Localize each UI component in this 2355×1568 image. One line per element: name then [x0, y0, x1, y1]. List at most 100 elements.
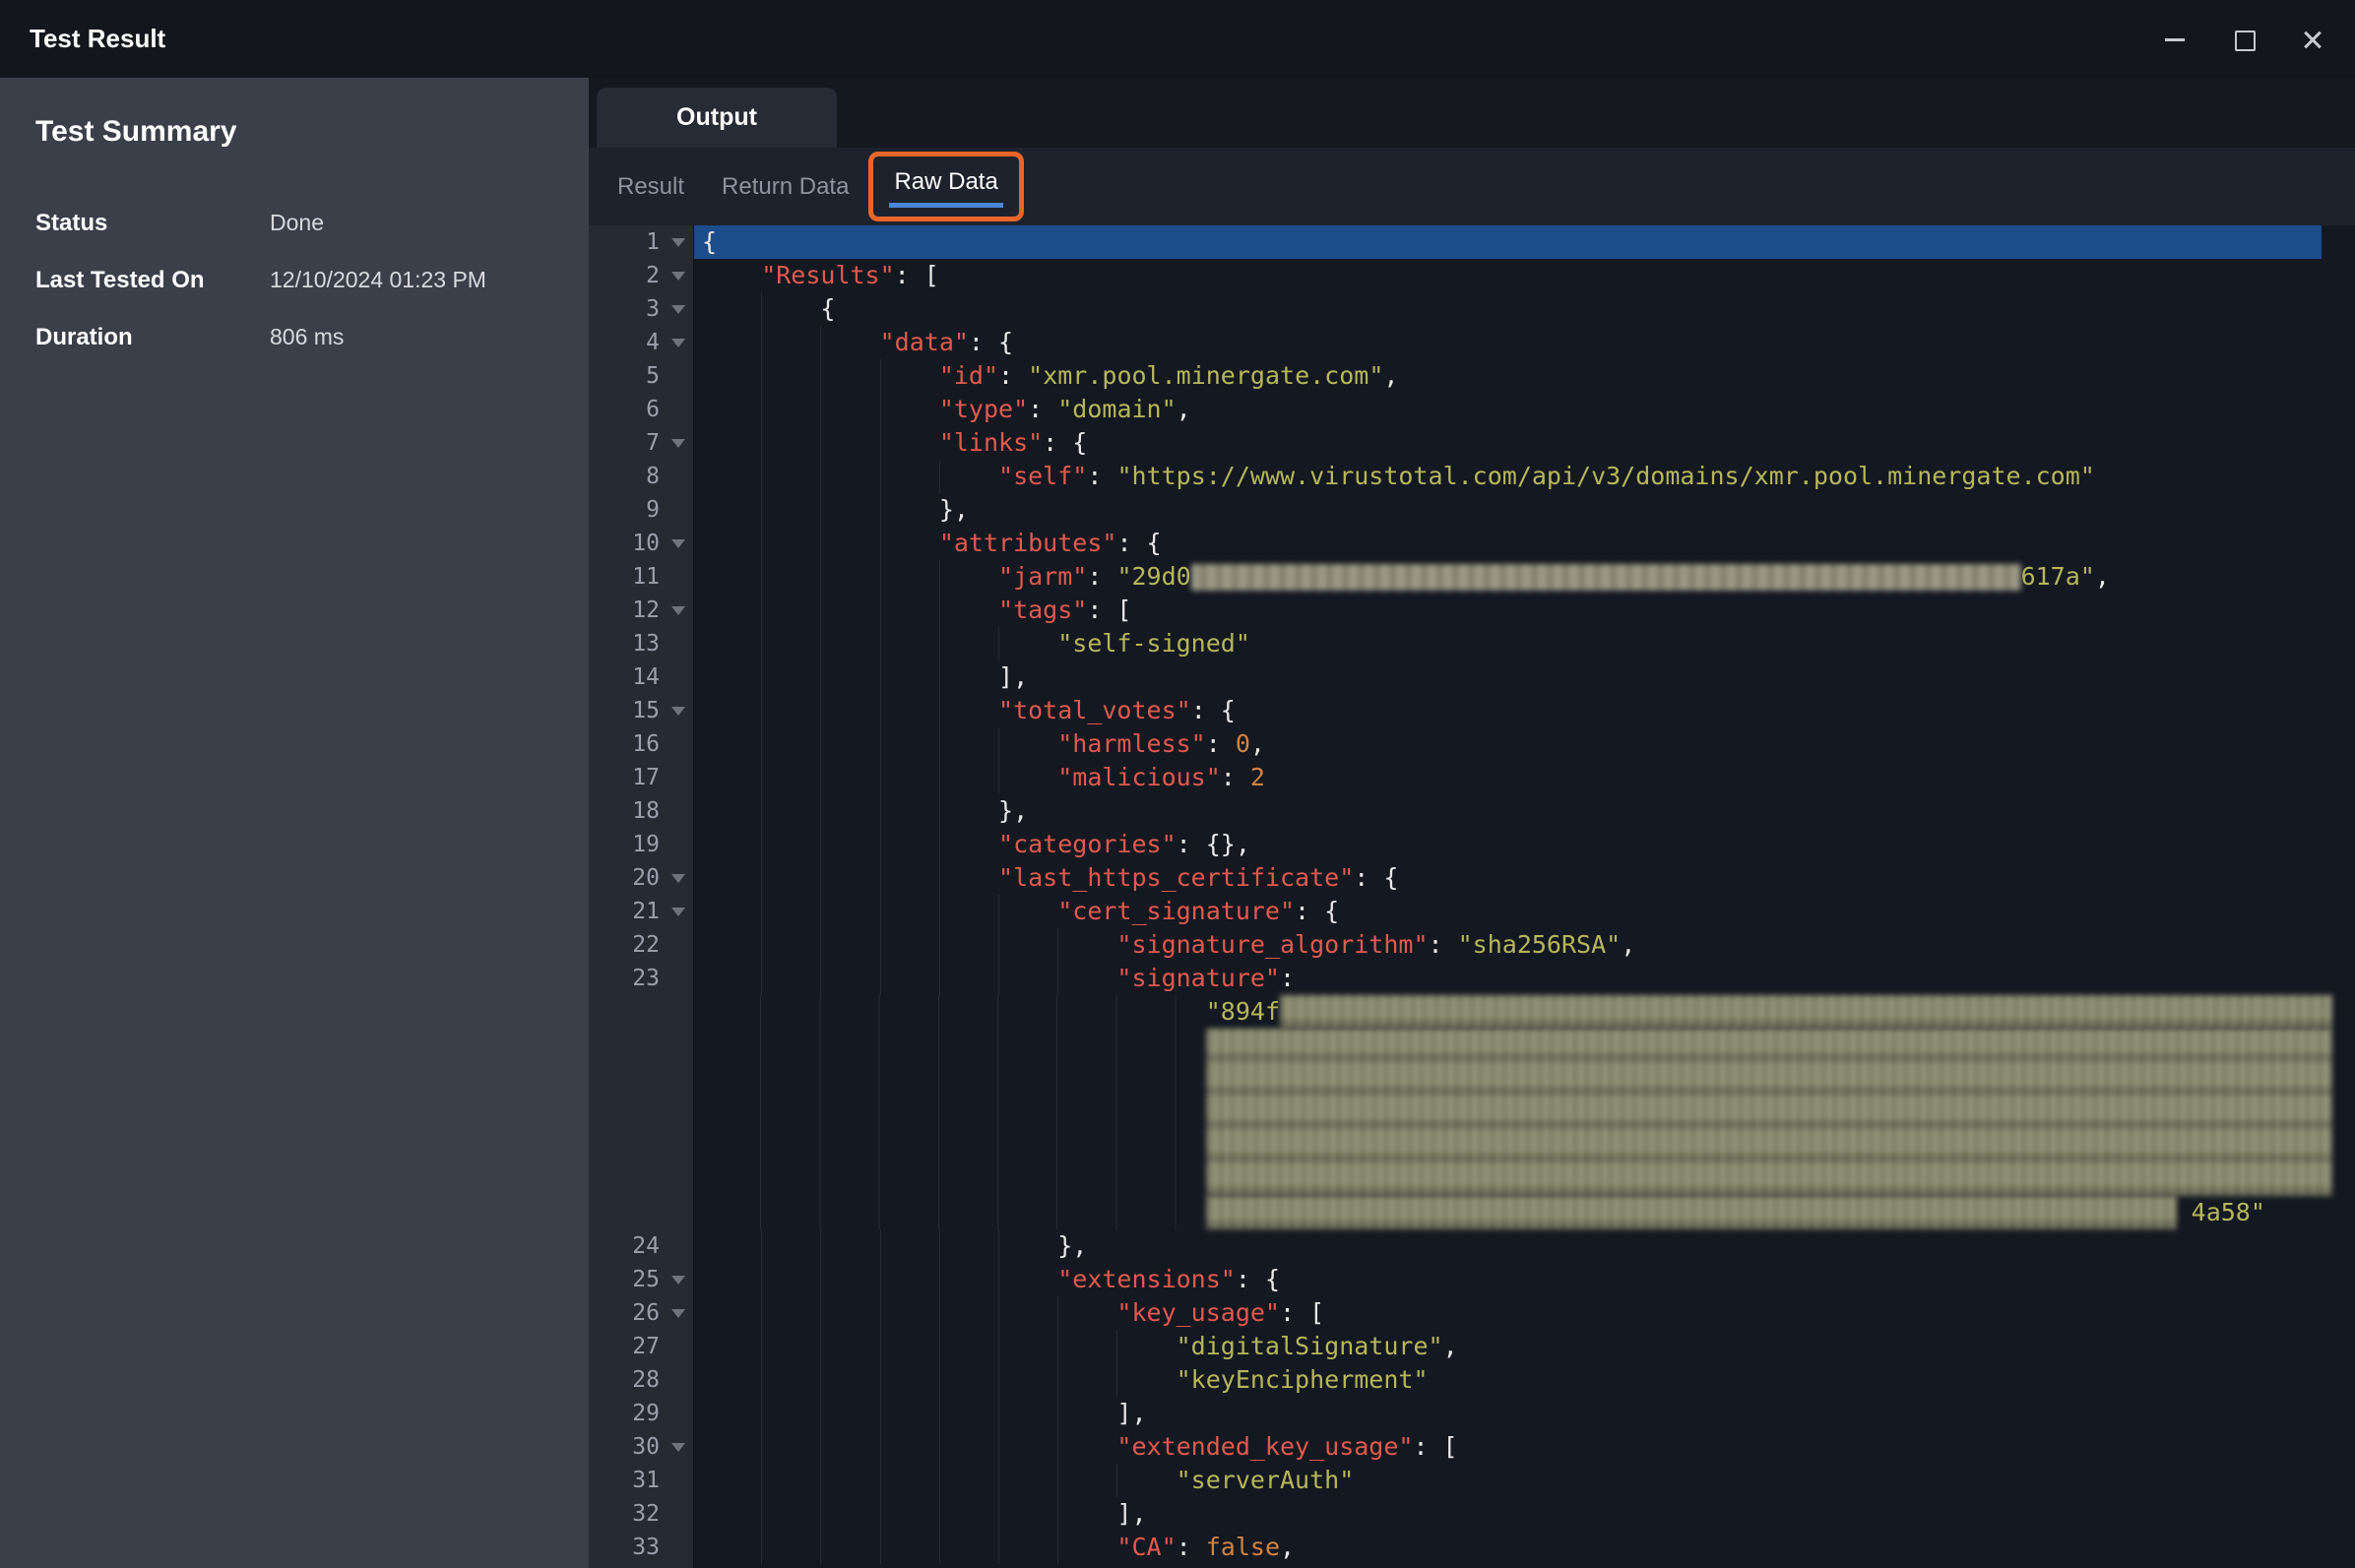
tab-raw-data[interactable]: Raw Data [889, 168, 1002, 208]
json-token: "signature" [1116, 964, 1280, 992]
code-line-7[interactable]: "links": { [694, 426, 2322, 460]
fold-caret-icon[interactable] [671, 539, 685, 548]
indent-guide [761, 1363, 820, 1397]
indent-guide [939, 1531, 998, 1564]
close-icon[interactable] [2300, 27, 2325, 52]
fold-caret-icon[interactable] [671, 874, 685, 883]
indent-guide [939, 727, 998, 761]
tab-result[interactable]: Result [617, 173, 684, 201]
code-line-19[interactable]: "categories": {}, [694, 828, 2322, 861]
gutter-row: 33 [589, 1531, 693, 1564]
code-line-15[interactable]: "total_votes": { [694, 694, 2322, 727]
gutter-row: 26 [589, 1296, 693, 1330]
code-line-22[interactable]: "signature_algorithm": "sha256RSA", [694, 928, 2322, 962]
gutter-row: 24 [589, 1229, 693, 1263]
indent-guide [761, 560, 820, 594]
indent-guide [998, 1263, 1057, 1296]
fold-caret-icon[interactable] [671, 1309, 685, 1318]
indent-guide [761, 1464, 820, 1497]
fold-caret-icon[interactable] [671, 339, 685, 347]
indent-guide [1057, 928, 1116, 962]
code-line-29[interactable]: ], [694, 1397, 2322, 1430]
minimize-icon[interactable] [2162, 27, 2188, 52]
json-token: "29d0 [1116, 562, 1190, 591]
code-line-24[interactable]: }, [694, 1229, 2322, 1263]
json-token: "domain" [1057, 395, 1176, 423]
code-line-25[interactable]: "extensions": { [694, 1263, 2322, 1296]
code-line-11[interactable]: "jarm": "29d0617a", [694, 560, 2322, 594]
json-token: "digitalSignature" [1177, 1332, 1443, 1360]
code-line-20[interactable]: "last_https_certificate": { [694, 861, 2322, 895]
code-line-signature-wrapped[interactable]: "894f4a58" [694, 995, 2322, 1229]
code-line-26[interactable]: "key_usage": [ [694, 1296, 2322, 1330]
fold-caret-icon[interactable] [671, 707, 685, 716]
gutter-row: 7 [589, 426, 693, 460]
tab-output[interactable]: Output [597, 88, 837, 148]
code-line-27[interactable]: "digitalSignature", [694, 1330, 2322, 1363]
indent-guide [939, 794, 998, 828]
raw-data-annotation-box: Raw Data [868, 152, 1023, 221]
line-number: 26 [632, 1300, 660, 1326]
fold-caret-icon[interactable] [671, 606, 685, 615]
code-line-6[interactable]: "type": "domain", [694, 393, 2322, 426]
code-line-12[interactable]: "tags": [ [694, 594, 2322, 627]
fold-caret-icon[interactable] [671, 238, 685, 247]
summary-row-last-tested: Last Tested On 12/10/2024 01:23 PM [35, 267, 553, 293]
code-line-9[interactable]: }, [694, 493, 2322, 527]
indent-guide [880, 727, 939, 761]
editor-code[interactable]: {"Results": [{"data": {"id": "xmr.pool.m… [694, 225, 2322, 1568]
code-line-3[interactable]: { [694, 292, 2322, 326]
indent-guide [761, 359, 820, 393]
code-line-4[interactable]: "data": { [694, 326, 2322, 359]
indent-guide [880, 594, 939, 627]
code-line-8[interactable]: "self": "https://www.virustotal.com/api/… [694, 460, 2322, 493]
fold-caret-icon[interactable] [671, 305, 685, 314]
code-line-18[interactable]: }, [694, 794, 2322, 828]
code-line-28[interactable]: "keyEncipherment" [694, 1363, 2322, 1397]
gutter-row: 8 [589, 460, 693, 493]
indent-guide [880, 1497, 939, 1531]
code-line-17[interactable]: "malicious": 2 [694, 761, 2322, 794]
json-token: "total_votes" [998, 696, 1191, 724]
duration-value: 806 ms [270, 324, 344, 350]
json-token: : [1429, 930, 1458, 959]
code-line-10[interactable]: "attributes": { [694, 527, 2322, 560]
json-token: "malicious" [1057, 763, 1221, 791]
fold-caret-icon[interactable] [671, 1276, 685, 1285]
line-number: 14 [632, 664, 660, 690]
code-line-13[interactable]: "self-signed" [694, 627, 2322, 660]
indent-guide [998, 761, 1057, 794]
line-number: 33 [632, 1535, 660, 1560]
indent-guide [998, 928, 1057, 962]
fold-caret-icon[interactable] [671, 272, 685, 281]
fold-caret-icon[interactable] [671, 1443, 685, 1452]
gutter-row: 30 [589, 1430, 693, 1464]
json-token: : { [1236, 1265, 1280, 1293]
code-line-31[interactable]: "serverAuth" [694, 1464, 2322, 1497]
indent-guide [880, 1263, 939, 1296]
redacted-region [1280, 995, 2332, 1029]
fold-caret-icon[interactable] [671, 439, 685, 448]
code-line-32[interactable]: ], [694, 1497, 2322, 1531]
line-number: 9 [646, 497, 660, 523]
gutter-row: 15 [589, 694, 693, 727]
code-line-2[interactable]: "Results": [ [694, 259, 2322, 292]
fold-caret-icon[interactable] [671, 908, 685, 916]
code-line-23[interactable]: "signature": [694, 962, 2322, 995]
code-line-21[interactable]: "cert_signature": { [694, 895, 2322, 928]
json-editor[interactable]: 1234567891011121314151617181920212223242… [589, 225, 2355, 1568]
json-token: "keyEncipherment" [1177, 1365, 1429, 1394]
maximize-icon[interactable] [2231, 27, 2257, 52]
code-line-16[interactable]: "harmless": 0, [694, 727, 2322, 761]
indent-guide [1057, 1363, 1116, 1397]
code-line-33[interactable]: "CA": false, [694, 1531, 2322, 1564]
line-number: 1 [646, 229, 660, 255]
indent-guide [702, 660, 761, 694]
indent-guide [880, 694, 939, 727]
code-line-14[interactable]: ], [694, 660, 2322, 694]
code-line-30[interactable]: "extended_key_usage": [ [694, 1430, 2322, 1464]
indent-guide [880, 359, 939, 393]
tab-return-data[interactable]: Return Data [722, 173, 849, 201]
code-line-5[interactable]: "id": "xmr.pool.minergate.com", [694, 359, 2322, 393]
code-line-1[interactable]: { [694, 225, 2322, 259]
